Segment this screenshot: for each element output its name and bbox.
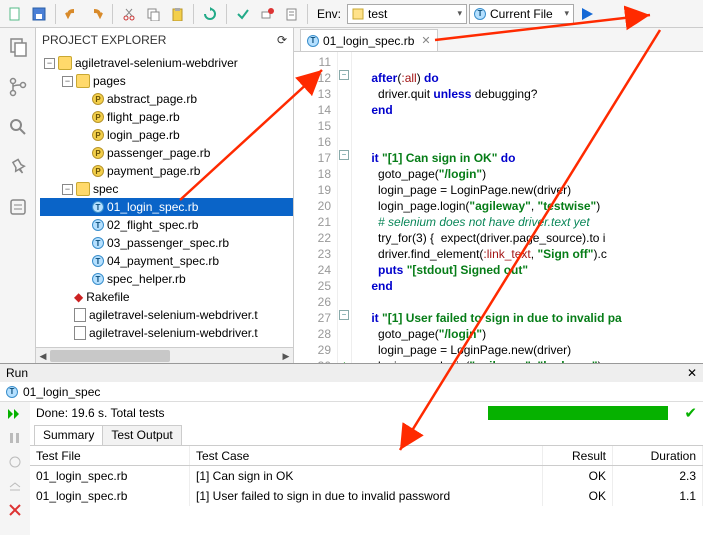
tree-file[interactable]: T02_flight_spec.rb bbox=[40, 216, 293, 234]
tree-file[interactable]: Ppassenger_page.rb bbox=[40, 144, 293, 162]
activity-bar bbox=[0, 28, 36, 363]
tree-file[interactable]: Ppayment_page.rb bbox=[40, 162, 293, 180]
save-button[interactable] bbox=[28, 3, 50, 25]
tab-icon: T bbox=[307, 35, 319, 47]
fold-gutter: − − − ⇨ bbox=[338, 52, 352, 363]
tree-root[interactable]: −agiletravel-selenium-webdriver bbox=[40, 54, 293, 72]
env-label: Env: bbox=[317, 7, 341, 21]
line-gutter: 1112131415161718192021222324252627282930… bbox=[294, 52, 338, 363]
run-file-icon: T bbox=[6, 386, 18, 398]
undo-button[interactable] bbox=[61, 3, 83, 25]
tree-file[interactable]: Tspec_helper.rb bbox=[40, 270, 293, 288]
tree-file-selected[interactable]: T01_login_spec.rb bbox=[40, 198, 293, 216]
progress-bar bbox=[488, 406, 668, 420]
tree-rakefile[interactable]: ◆Rakefile bbox=[40, 288, 293, 306]
check-button[interactable] bbox=[232, 3, 254, 25]
run-toolbar bbox=[0, 402, 30, 535]
redo-button[interactable] bbox=[85, 3, 107, 25]
run-close-icon[interactable]: ✕ bbox=[687, 366, 697, 380]
settings-icon[interactable] bbox=[6, 454, 24, 470]
tree-file[interactable]: T04_payment_spec.rb bbox=[40, 252, 293, 270]
new-file-button[interactable] bbox=[4, 3, 26, 25]
explorer-refresh-icon[interactable]: ⟳ bbox=[277, 33, 287, 47]
refresh-button[interactable] bbox=[199, 3, 221, 25]
tab-summary[interactable]: Summary bbox=[34, 425, 103, 445]
editor-tabbar: T 01_login_spec.rb ✕ bbox=[294, 28, 703, 52]
results-table: Test File Test Case Result Duration 01_l… bbox=[30, 446, 703, 535]
table-row[interactable]: 01_login_spec.rb[1] User failed to sign … bbox=[30, 486, 703, 506]
tree-folder-spec[interactable]: −spec bbox=[40, 180, 293, 198]
run-button[interactable] bbox=[576, 3, 598, 25]
code-editor: T 01_login_spec.rb ✕ 1112131415161718192… bbox=[294, 28, 703, 363]
col-duration[interactable]: Duration bbox=[613, 446, 703, 465]
pin-icon[interactable] bbox=[5, 154, 31, 180]
record-button[interactable] bbox=[256, 3, 278, 25]
run-file-name: 01_login_spec bbox=[23, 385, 100, 399]
copy-panel-icon[interactable] bbox=[5, 34, 31, 60]
check-icon: ✔ bbox=[684, 404, 697, 422]
env-value: test bbox=[368, 7, 387, 21]
branch-icon[interactable] bbox=[5, 74, 31, 100]
copy-button[interactable] bbox=[142, 3, 164, 25]
explorer-hscroll[interactable]: ◀▶ bbox=[36, 347, 293, 363]
col-result[interactable]: Result bbox=[543, 446, 613, 465]
collapse-icon[interactable] bbox=[6, 478, 24, 494]
tree-file[interactable]: Plogin_page.rb bbox=[40, 126, 293, 144]
explorer-title: PROJECT EXPLORER bbox=[42, 33, 166, 47]
project-explorer: PROJECT EXPLORER ⟳ −agiletravel-selenium… bbox=[36, 28, 294, 363]
doc-button[interactable] bbox=[280, 3, 302, 25]
tree-projectfile[interactable]: agiletravel-selenium-webdriver.t bbox=[40, 306, 293, 324]
search-icon[interactable] bbox=[5, 114, 31, 140]
code-body[interactable]: after(:all) do driver.quit unless debugg… bbox=[352, 52, 703, 363]
tab-label: 01_login_spec.rb bbox=[323, 34, 414, 48]
paste-button[interactable] bbox=[166, 3, 188, 25]
pause-button[interactable] bbox=[6, 430, 24, 446]
tree-file[interactable]: T03_passenger_spec.rb bbox=[40, 234, 293, 252]
col-case[interactable]: Test Case bbox=[190, 446, 543, 465]
notes-icon[interactable] bbox=[5, 194, 31, 220]
env-select[interactable]: test ▾ bbox=[347, 4, 467, 24]
tab-close-icon[interactable]: ✕ bbox=[421, 34, 430, 47]
tree-folder-pages[interactable]: −pages bbox=[40, 72, 293, 90]
tab-test-output[interactable]: Test Output bbox=[102, 425, 181, 445]
run-status: Done: 19.6 s. Total tests bbox=[36, 406, 165, 420]
table-row[interactable]: 01_login_spec.rb[1] Can sign in OKOK2.3 bbox=[30, 466, 703, 486]
tree-file[interactable]: Pflight_page.rb bbox=[40, 108, 293, 126]
main-toolbar: Env: test ▾ T Current File ▾ bbox=[0, 0, 703, 28]
run-panel-title: Run bbox=[6, 366, 28, 380]
tree-file[interactable]: Pabstract_page.rb bbox=[40, 90, 293, 108]
editor-tab[interactable]: T 01_login_spec.rb ✕ bbox=[300, 29, 438, 51]
run-panel: Run ✕ T 01_login_spec Done: 19.6 s. Total … bbox=[0, 363, 703, 535]
target-select[interactable]: T Current File ▾ bbox=[469, 4, 574, 24]
delete-icon[interactable] bbox=[6, 502, 24, 518]
target-icon: T bbox=[474, 8, 486, 20]
target-value: Current File bbox=[490, 7, 553, 21]
file-tree: −agiletravel-selenium-webdriver −pages P… bbox=[36, 52, 293, 347]
rerun-button[interactable] bbox=[6, 406, 24, 422]
cut-button[interactable] bbox=[118, 3, 140, 25]
tree-projectfile[interactable]: agiletravel-selenium-webdriver.t bbox=[40, 324, 293, 342]
col-file[interactable]: Test File bbox=[30, 446, 190, 465]
